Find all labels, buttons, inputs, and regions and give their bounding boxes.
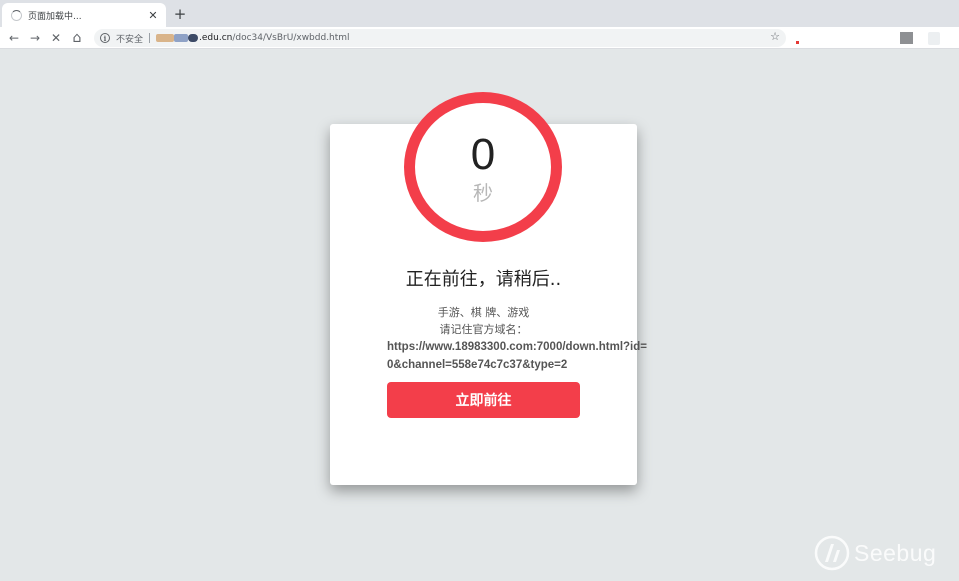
stop-button[interactable]: ✕	[48, 30, 64, 46]
seebug-watermark: Seebug	[814, 535, 936, 571]
go-now-button[interactable]: 立即前往	[387, 382, 580, 418]
tab-title: 页面加载中...	[28, 11, 82, 22]
address-bar[interactable]: i 不安全 .edu.cn/doc34/VsBrU/xwbdd.html ☆	[94, 29, 786, 47]
countdown-value: 0	[470, 130, 496, 179]
url-domain: .edu.cn	[199, 33, 233, 43]
url-text: .edu.cn/doc34/VsBrU/xwbdd.html	[199, 33, 350, 43]
countdown-ring: 0 秒	[404, 92, 562, 242]
redacted-block	[156, 34, 175, 42]
tab-strip: 页面加载中... ✕ +	[0, 0, 959, 27]
divider	[149, 33, 151, 43]
forward-button[interactable]: →	[27, 30, 43, 46]
redirect-heading: 正在前往，请稍后..	[405, 269, 562, 290]
countdown-unit: 秒	[473, 181, 493, 205]
url-path: /doc34/VsBrU/xwbdd.html	[232, 33, 350, 43]
home-button[interactable]: ⌂	[69, 30, 85, 46]
official-domain-link[interactable]: https://www.18983300.com:7000/down.html?…	[387, 338, 652, 374]
seebug-logo-icon	[814, 535, 850, 571]
extensions-area	[790, 31, 950, 47]
new-tab-button[interactable]: +	[172, 6, 188, 22]
domain-reminder-text: 请记住官方域名：	[439, 323, 528, 336]
redacted-block	[188, 34, 199, 42]
info-icon[interactable]: i	[100, 33, 110, 43]
browser-tab[interactable]: 页面加载中... ✕	[2, 3, 166, 27]
extension-icon[interactable]	[796, 41, 799, 44]
bookmark-star-icon[interactable]: ☆	[770, 30, 780, 43]
category-text: 手游、棋 牌、游戏	[437, 306, 530, 319]
extension-icon[interactable]	[900, 32, 913, 44]
back-button[interactable]: ←	[6, 30, 22, 46]
seebug-text: Seebug	[854, 539, 937, 566]
close-tab-icon[interactable]: ✕	[146, 8, 160, 22]
browser-toolbar: ← → ✕ ⌂ i 不安全 .edu.cn/doc34/VsBrU/xwbdd.…	[0, 27, 959, 49]
extension-icon[interactable]	[928, 32, 940, 45]
loading-spinner-icon	[11, 9, 22, 21]
security-label[interactable]: 不安全	[116, 32, 143, 45]
redacted-block	[174, 34, 189, 42]
